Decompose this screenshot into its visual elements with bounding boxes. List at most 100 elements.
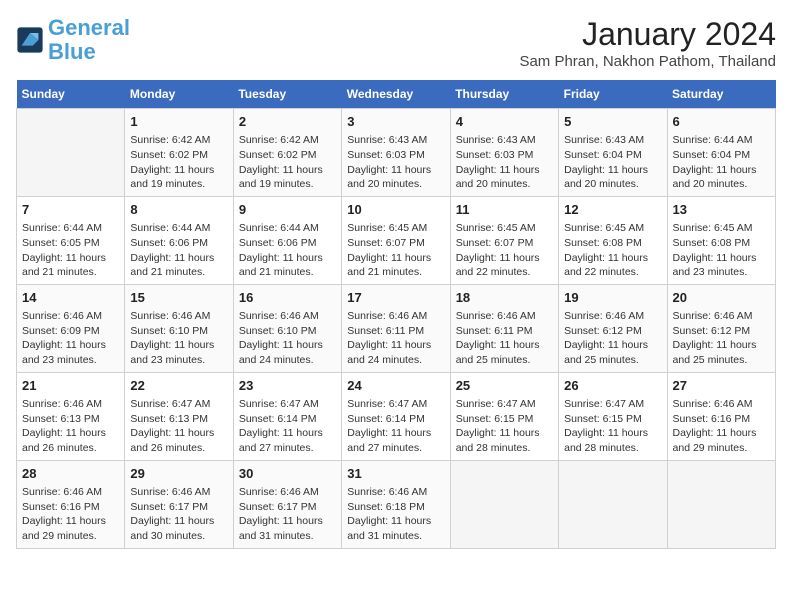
day-info-line: Sunset: 6:15 PM (456, 412, 553, 427)
day-info-line: Sunrise: 6:46 AM (564, 309, 661, 324)
day-info-line: Sunrise: 6:44 AM (22, 221, 119, 236)
day-info-line: Sunset: 6:10 PM (239, 324, 336, 339)
day-info-line: Daylight: 11 hours (130, 514, 227, 529)
day-info-line: Sunset: 6:06 PM (239, 236, 336, 251)
day-info-line: Sunset: 6:14 PM (347, 412, 444, 427)
day-info-line: Sunset: 6:12 PM (564, 324, 661, 339)
day-info-line: Sunrise: 6:42 AM (130, 133, 227, 148)
calendar-cell: 6Sunrise: 6:44 AMSunset: 6:04 PMDaylight… (667, 109, 775, 197)
title-area: January 2024 Sam Phran, Nakhon Pathom, T… (519, 16, 776, 70)
day-info-line: and 21 minutes. (130, 265, 227, 280)
calendar-cell: 24Sunrise: 6:47 AMSunset: 6:14 PMDayligh… (342, 372, 450, 460)
day-info-line: Daylight: 11 hours (456, 251, 553, 266)
day-number: 30 (239, 465, 336, 483)
day-info-line: Sunrise: 6:46 AM (673, 397, 770, 412)
day-info-line: Sunset: 6:14 PM (239, 412, 336, 427)
day-number: 15 (130, 289, 227, 307)
calendar-cell: 14Sunrise: 6:46 AMSunset: 6:09 PMDayligh… (17, 284, 125, 372)
day-info-line: Sunrise: 6:47 AM (347, 397, 444, 412)
day-info-line: Sunset: 6:03 PM (347, 148, 444, 163)
day-number: 29 (130, 465, 227, 483)
day-info-line: and 24 minutes. (239, 353, 336, 368)
calendar-cell: 1Sunrise: 6:42 AMSunset: 6:02 PMDaylight… (125, 109, 233, 197)
day-info-line: Daylight: 11 hours (22, 251, 119, 266)
day-info-line: Sunrise: 6:42 AM (239, 133, 336, 148)
calendar-cell: 31Sunrise: 6:46 AMSunset: 6:18 PMDayligh… (342, 460, 450, 548)
calendar-cell: 2Sunrise: 6:42 AMSunset: 6:02 PMDaylight… (233, 109, 341, 197)
day-info-line: and 22 minutes. (456, 265, 553, 280)
day-info-line: Sunrise: 6:46 AM (130, 309, 227, 324)
day-info-line: and 23 minutes. (673, 265, 770, 280)
weekday-header-saturday: Saturday (667, 80, 775, 109)
day-info-line: and 21 minutes. (22, 265, 119, 280)
day-info-line: Daylight: 11 hours (564, 338, 661, 353)
day-info-line: Sunrise: 6:47 AM (564, 397, 661, 412)
day-info-line: Sunrise: 6:44 AM (130, 221, 227, 236)
calendar-cell: 9Sunrise: 6:44 AMSunset: 6:06 PMDaylight… (233, 196, 341, 284)
day-info-line: and 28 minutes. (456, 441, 553, 456)
day-info-line: Daylight: 11 hours (347, 338, 444, 353)
day-number: 17 (347, 289, 444, 307)
day-number: 24 (347, 377, 444, 395)
calendar-cell: 15Sunrise: 6:46 AMSunset: 6:10 PMDayligh… (125, 284, 233, 372)
day-info-line: and 28 minutes. (564, 441, 661, 456)
day-info-line: Daylight: 11 hours (347, 163, 444, 178)
day-info-line: and 20 minutes. (456, 177, 553, 192)
day-info-line: Sunset: 6:07 PM (347, 236, 444, 251)
day-info-line: and 20 minutes. (347, 177, 444, 192)
day-info-line: and 26 minutes. (22, 441, 119, 456)
logo-icon (16, 26, 44, 54)
day-info-line: Sunrise: 6:47 AM (239, 397, 336, 412)
calendar-week-2: 7Sunrise: 6:44 AMSunset: 6:05 PMDaylight… (17, 196, 776, 284)
day-number: 16 (239, 289, 336, 307)
day-info-line: Sunrise: 6:46 AM (22, 397, 119, 412)
day-number: 21 (22, 377, 119, 395)
day-info-line: Sunrise: 6:46 AM (456, 309, 553, 324)
calendar-cell: 10Sunrise: 6:45 AMSunset: 6:07 PMDayligh… (342, 196, 450, 284)
calendar-cell: 18Sunrise: 6:46 AMSunset: 6:11 PMDayligh… (450, 284, 558, 372)
day-info-line: Sunrise: 6:46 AM (347, 485, 444, 500)
day-info-line: Sunset: 6:04 PM (673, 148, 770, 163)
day-number: 26 (564, 377, 661, 395)
day-info-line: Daylight: 11 hours (239, 251, 336, 266)
day-info-line: Sunrise: 6:47 AM (456, 397, 553, 412)
day-info-line: Daylight: 11 hours (130, 163, 227, 178)
day-info-line: Daylight: 11 hours (456, 426, 553, 441)
day-number: 18 (456, 289, 553, 307)
day-info-line: Daylight: 11 hours (673, 426, 770, 441)
day-info-line: Sunrise: 6:46 AM (239, 309, 336, 324)
day-info-line: Daylight: 11 hours (347, 251, 444, 266)
day-number: 22 (130, 377, 227, 395)
day-info-line: Sunset: 6:11 PM (347, 324, 444, 339)
day-info-line: Sunrise: 6:45 AM (564, 221, 661, 236)
calendar-cell: 30Sunrise: 6:46 AMSunset: 6:17 PMDayligh… (233, 460, 341, 548)
day-info-line: Sunset: 6:12 PM (673, 324, 770, 339)
day-info-line: Sunset: 6:09 PM (22, 324, 119, 339)
day-info-line: Daylight: 11 hours (673, 338, 770, 353)
day-info-line: Daylight: 11 hours (239, 163, 336, 178)
day-info-line: and 23 minutes. (130, 353, 227, 368)
day-number: 12 (564, 201, 661, 219)
calendar-table: SundayMondayTuesdayWednesdayThursdayFrid… (16, 80, 776, 549)
day-number: 5 (564, 113, 661, 131)
day-info-line: Sunrise: 6:44 AM (239, 221, 336, 236)
day-info-line: Daylight: 11 hours (239, 426, 336, 441)
day-info-line: and 25 minutes. (673, 353, 770, 368)
day-info-line: Sunset: 6:11 PM (456, 324, 553, 339)
day-info-line: Daylight: 11 hours (22, 426, 119, 441)
weekday-header-friday: Friday (559, 80, 667, 109)
day-number: 10 (347, 201, 444, 219)
day-info-line: Sunset: 6:02 PM (130, 148, 227, 163)
day-info-line: and 19 minutes. (130, 177, 227, 192)
calendar-cell: 25Sunrise: 6:47 AMSunset: 6:15 PMDayligh… (450, 372, 558, 460)
location: Sam Phran, Nakhon Pathom, Thailand (519, 53, 776, 70)
day-info-line: Sunset: 6:17 PM (130, 500, 227, 515)
day-info-line: Daylight: 11 hours (564, 251, 661, 266)
calendar-week-5: 28Sunrise: 6:46 AMSunset: 6:16 PMDayligh… (17, 460, 776, 548)
day-number: 8 (130, 201, 227, 219)
day-info-line: Sunrise: 6:46 AM (673, 309, 770, 324)
weekday-header-thursday: Thursday (450, 80, 558, 109)
day-info-line: and 31 minutes. (347, 529, 444, 544)
calendar-cell (17, 109, 125, 197)
day-info-line: Sunrise: 6:43 AM (564, 133, 661, 148)
